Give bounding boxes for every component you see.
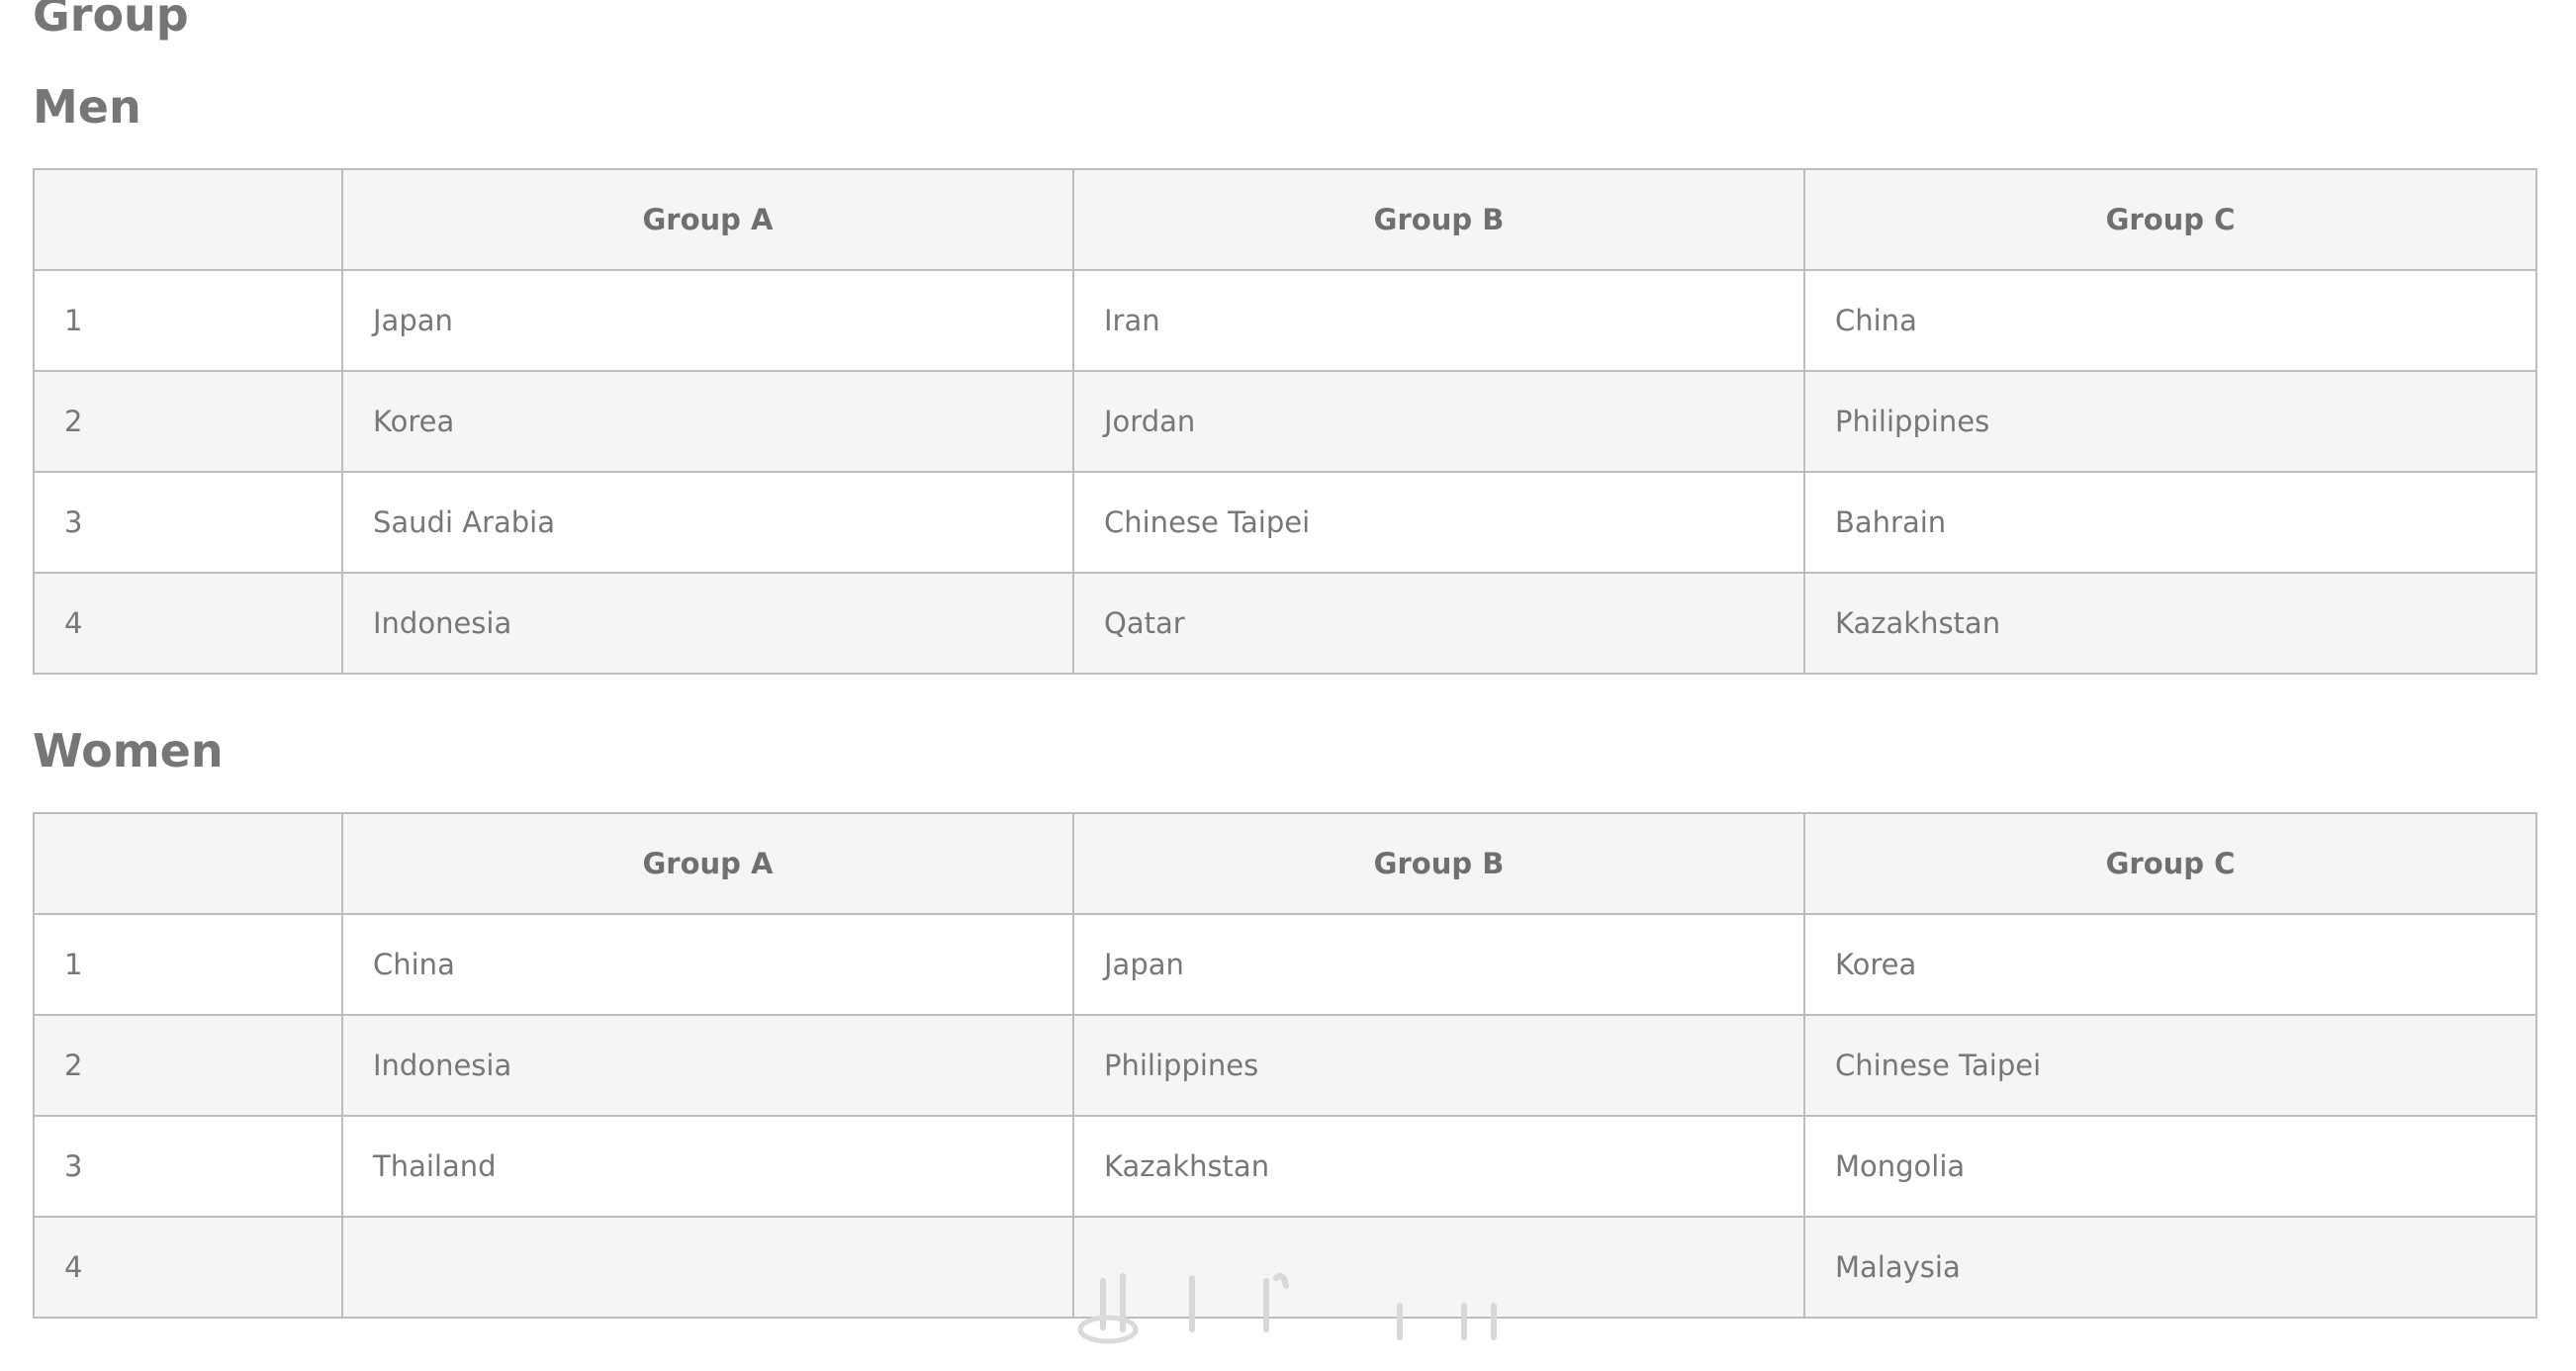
rank-cell: 4: [33, 572, 343, 675]
group-b-cell: Philippines: [1072, 1014, 1805, 1117]
rank-cell: 2: [33, 1014, 343, 1117]
header-rank: [33, 812, 343, 915]
group-a-cell: Indonesia: [341, 572, 1074, 675]
group-c-cell: China: [1803, 269, 2537, 372]
group-b-cell: Chinese Taipei: [1072, 471, 1805, 574]
group-a-cell: Indonesia: [341, 1014, 1074, 1117]
group-a-cell: [341, 1216, 1074, 1319]
group-a-cell: Korea: [341, 370, 1074, 473]
group-c-cell: Chinese Taipei: [1803, 1014, 2537, 1117]
group-b-cell: Jordan: [1072, 370, 1805, 473]
table-row: 2 Korea Jordan Philippines: [33, 370, 2537, 473]
table-row: 2 Indonesia Philippines Chinese Taipei: [33, 1014, 2537, 1117]
men-heading: Men: [33, 80, 141, 134]
page-title: Group: [33, 0, 189, 42]
rank-cell: 1: [33, 913, 343, 1016]
group-a-cell: Saudi Arabia: [341, 471, 1074, 574]
group-a-cell: China: [341, 913, 1074, 1016]
group-b-cell: [1072, 1216, 1805, 1319]
group-b-cell: Japan: [1072, 913, 1805, 1016]
rank-cell: 3: [33, 1115, 343, 1218]
group-a-cell: Thailand: [341, 1115, 1074, 1218]
women-groups-table: Group A Group B Group C 1 China Japan Ko…: [33, 812, 2537, 1319]
rank-cell: 2: [33, 370, 343, 473]
table-row: 4 Indonesia Qatar Kazakhstan: [33, 572, 2537, 675]
table-row: 3 Saudi Arabia Chinese Taipei Bahrain: [33, 471, 2537, 574]
group-b-cell: Qatar: [1072, 572, 1805, 675]
group-a-cell: Japan: [341, 269, 1074, 372]
group-c-cell: Malaysia: [1803, 1216, 2537, 1319]
table-row: 3 Thailand Kazakhstan Mongolia: [33, 1115, 2537, 1218]
group-c-cell: Philippines: [1803, 370, 2537, 473]
header-group-b: Group B: [1072, 812, 1805, 915]
rank-cell: 4: [33, 1216, 343, 1319]
women-heading: Women: [33, 724, 224, 777]
group-b-cell: Iran: [1072, 269, 1805, 372]
table-row: 4 Malaysia: [33, 1216, 2537, 1319]
table-header-row: Group A Group B Group C: [33, 168, 2537, 271]
group-b-cell: Kazakhstan: [1072, 1115, 1805, 1218]
group-c-cell: Bahrain: [1803, 471, 2537, 574]
header-rank: [33, 168, 343, 271]
header-group-a: Group A: [341, 168, 1074, 271]
header-group-b: Group B: [1072, 168, 1805, 271]
table-header-row: Group A Group B Group C: [33, 812, 2537, 915]
rank-cell: 3: [33, 471, 343, 574]
rank-cell: 1: [33, 269, 343, 372]
header-group-c: Group C: [1803, 812, 2537, 915]
table-row: 1 China Japan Korea: [33, 913, 2537, 1016]
header-group-c: Group C: [1803, 168, 2537, 271]
group-c-cell: Kazakhstan: [1803, 572, 2537, 675]
men-groups-table: Group A Group B Group C 1 Japan Iran Chi…: [33, 168, 2537, 675]
table-row: 1 Japan Iran China: [33, 269, 2537, 372]
group-c-cell: Mongolia: [1803, 1115, 2537, 1218]
header-group-a: Group A: [341, 812, 1074, 915]
group-c-cell: Korea: [1803, 913, 2537, 1016]
